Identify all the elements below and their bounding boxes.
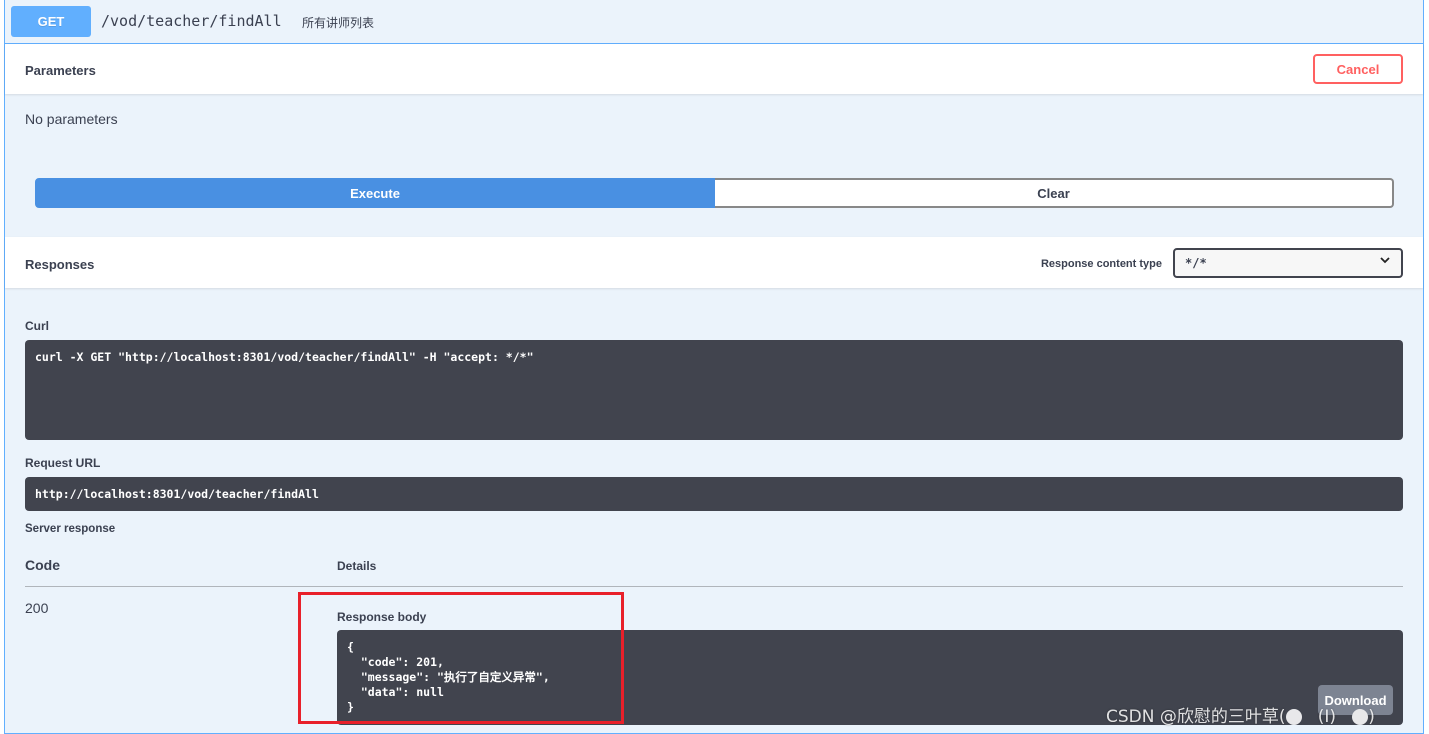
watermark-text: CSDN @欣慰的三叶草(: [1106, 707, 1286, 727]
endpoint-path: /vod/teacher/findAll: [101, 12, 282, 30]
operation-block: GET /vod/teacher/findAll 所有讲师列表 Paramete…: [4, 0, 1424, 734]
responses-title: Responses: [25, 257, 95, 272]
chevron-down-icon: [1379, 254, 1391, 270]
responses-header: Responses Response content type */*: [5, 237, 1423, 288]
code-column-header: Code: [25, 557, 60, 573]
response-content-type-select[interactable]: */*: [1173, 248, 1403, 278]
highlight-annotation-box: [298, 592, 624, 724]
parameters-title: Parameters: [25, 63, 96, 78]
server-response-label: Server response: [25, 523, 116, 535]
request-url-label: Request URL: [25, 456, 101, 470]
csdn-watermark: CSDN @欣慰的三叶草( (I) ): [1106, 707, 1375, 727]
parameters-header: Parameters Cancel: [5, 44, 1423, 94]
execute-wrapper: Execute Clear: [35, 178, 1394, 208]
dot-icon: [1352, 709, 1369, 725]
cancel-button[interactable]: Cancel: [1313, 54, 1403, 84]
details-column-header: Details: [337, 559, 377, 573]
dot-icon: [1285, 709, 1302, 725]
table-divider: [25, 586, 1403, 587]
curl-label: Curl: [25, 319, 49, 333]
response-status-code: 200: [25, 600, 49, 616]
http-method-badge: GET: [11, 6, 91, 37]
response-content-type-label: Response content type: [1040, 258, 1162, 270]
no-parameters-text: No parameters: [25, 111, 118, 127]
clear-button[interactable]: Clear: [715, 178, 1394, 208]
request-url-box[interactable]: http://localhost:8301/vod/teacher/findAl…: [25, 477, 1403, 511]
execute-button[interactable]: Execute: [35, 178, 715, 208]
operation-summary[interactable]: GET /vod/teacher/findAll 所有讲师列表: [5, 0, 1423, 44]
response-content-type-value: */*: [1185, 256, 1207, 270]
curl-command-box[interactable]: curl -X GET "http://localhost:8301/vod/t…: [25, 340, 1403, 440]
watermark-tail: (I): [1317, 707, 1337, 727]
endpoint-description: 所有讲师列表: [302, 16, 375, 30]
